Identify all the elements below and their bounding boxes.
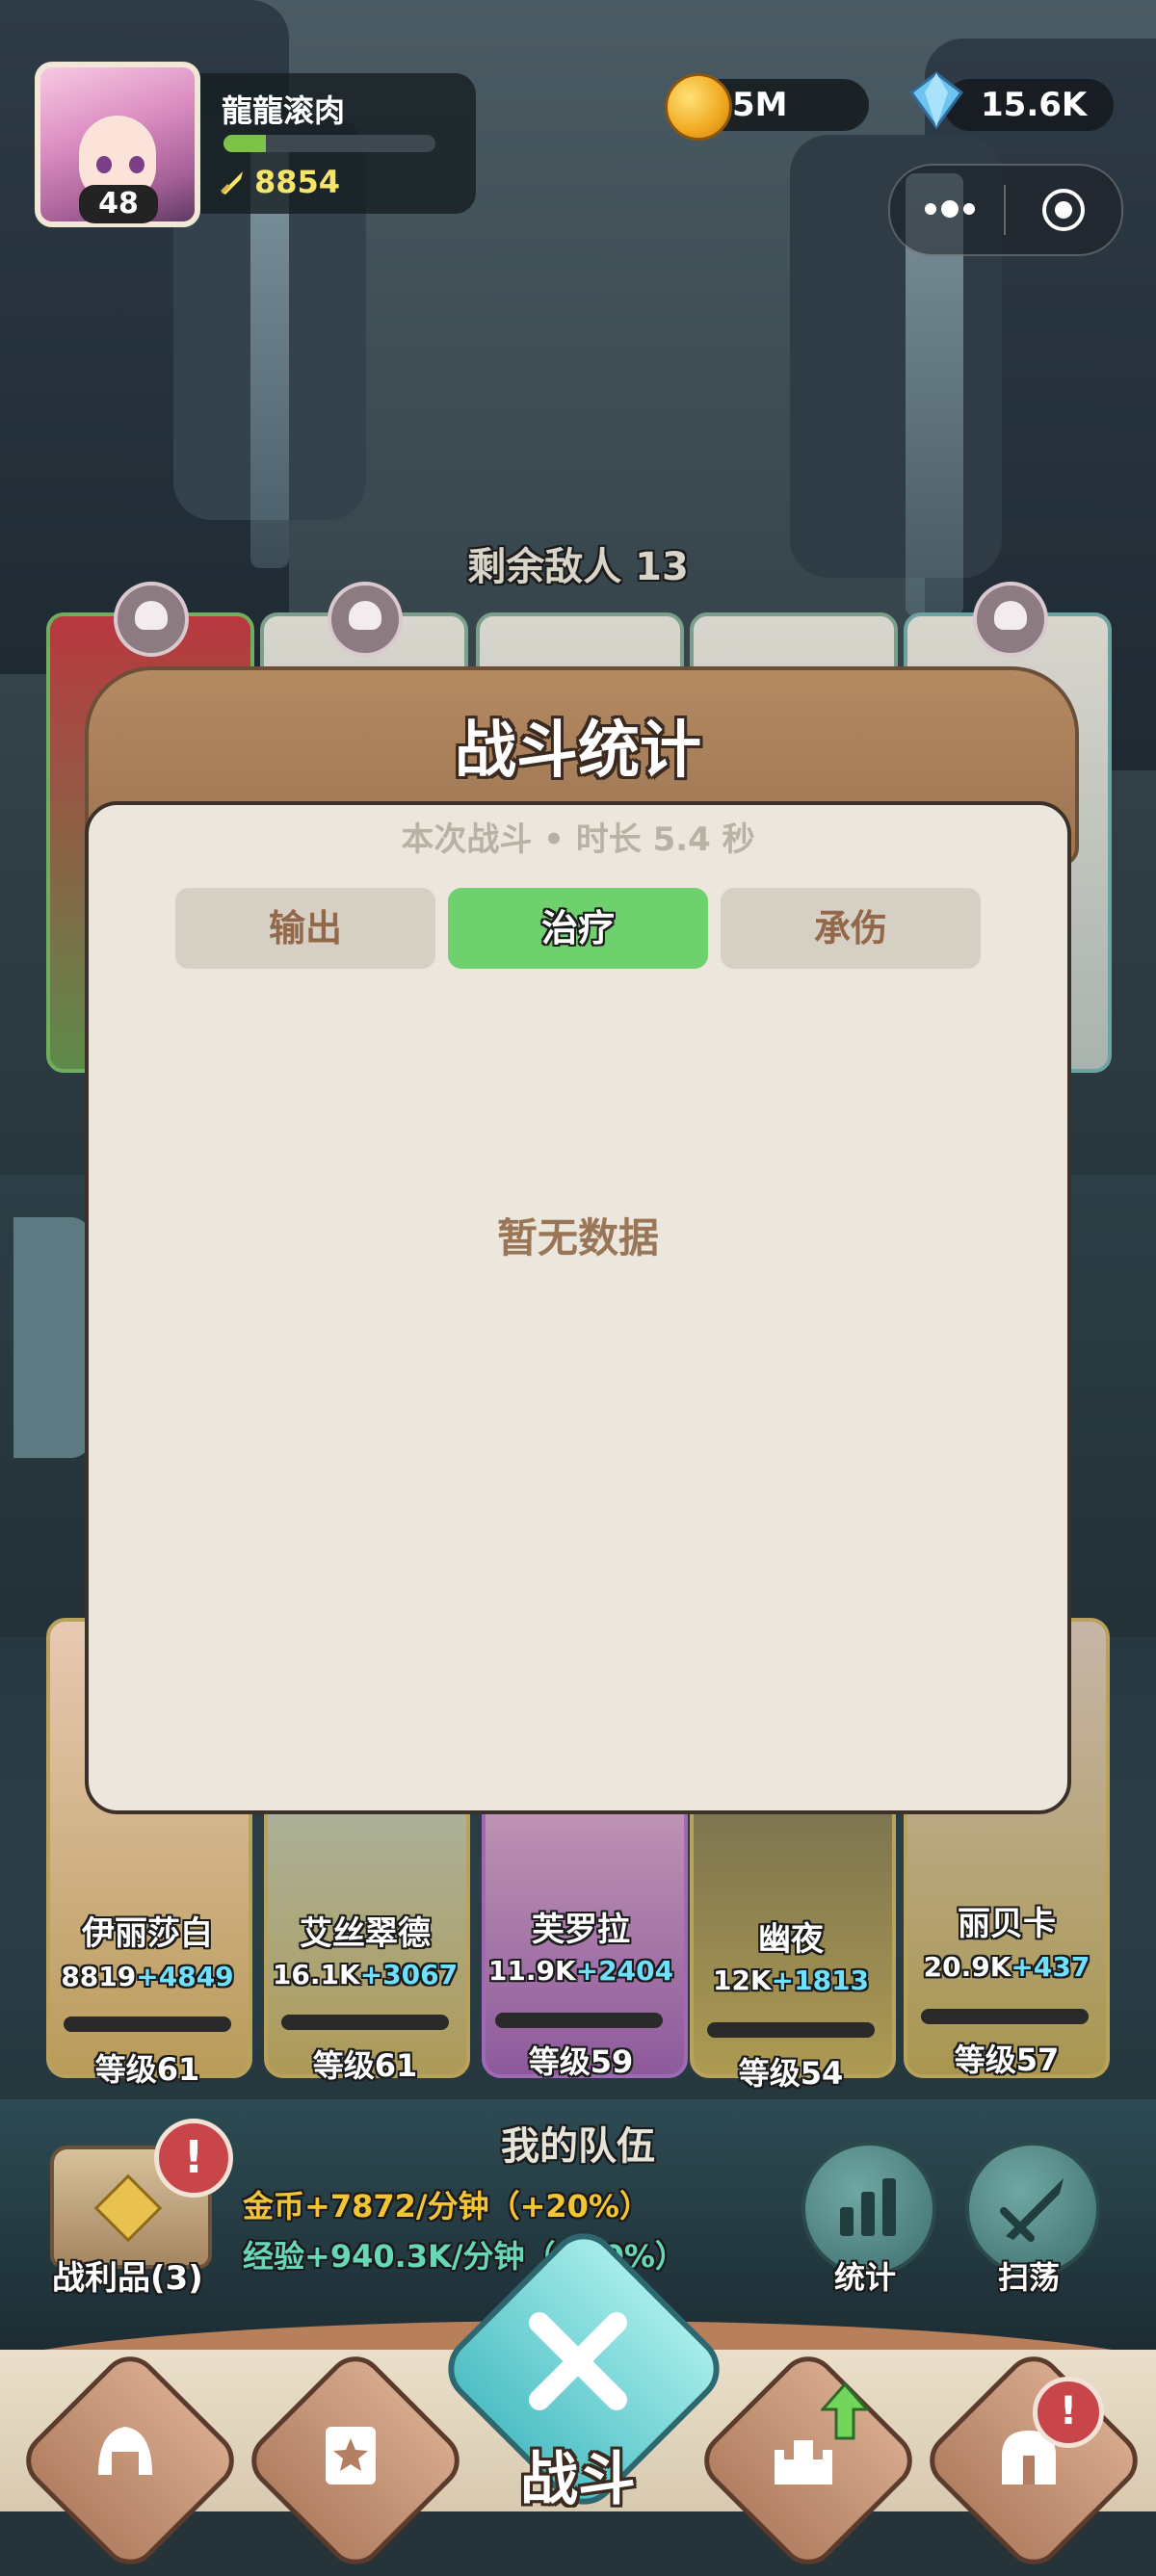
hero-energy-bar xyxy=(495,2013,663,2028)
battle-stats-modal: 战斗统计 本次战斗 • 时长 5.4 秒 输出 治疗 承伤 暂无数据 xyxy=(85,666,1079,1814)
hero-energy-bar xyxy=(707,2022,875,2038)
enemies-remaining: 剩余敌人 13 xyxy=(467,545,689,589)
modal-title: 战斗统计 xyxy=(455,716,701,787)
skull-icon xyxy=(973,582,1048,657)
hero-name: 伊丽莎白 xyxy=(82,1914,213,1953)
hero-level: 等级59 xyxy=(528,2043,634,2080)
sword-icon xyxy=(221,171,243,195)
gold-income-rate: 金币+7872/分钟（+20%） xyxy=(243,2188,650,2225)
bar-chart-icon xyxy=(840,2178,896,2236)
player-level-badge: 48 xyxy=(79,185,158,223)
tab-damage[interactable]: 输出 xyxy=(175,888,435,969)
hero-level: 等级61 xyxy=(94,2051,200,2088)
skull-icon xyxy=(328,582,403,657)
xp-bar xyxy=(223,135,435,152)
gem-counter[interactable]: 15.6K xyxy=(944,79,1114,131)
combat-power: 8854 xyxy=(218,164,340,200)
tab-healing[interactable]: 治疗 xyxy=(448,888,708,969)
loot-label[interactable]: 战利品(3) xyxy=(52,2251,203,2299)
hero-power: 11.9K+2404 xyxy=(487,1955,674,1987)
hero-name: 芙罗拉 xyxy=(532,1911,630,1949)
shop-alert-badge: ! xyxy=(1033,2377,1104,2448)
mini-program-capsule xyxy=(888,164,1123,256)
hero-power: 16.1K+3067 xyxy=(272,1959,459,1991)
more-options-icon[interactable] xyxy=(921,195,979,223)
crossed-swords-icon xyxy=(529,2312,627,2410)
player-profile[interactable]: 48 龍龍滚肉 8854 xyxy=(13,58,476,227)
hero-energy-bar xyxy=(64,2017,231,2032)
skull-icon xyxy=(114,582,189,657)
sweep-label: 扫荡 xyxy=(997,2259,1060,2296)
hero-level: 等级61 xyxy=(312,2047,418,2084)
diamond-icon xyxy=(908,71,964,130)
sweep-sword-icon xyxy=(1000,2178,1064,2242)
hero-energy-bar xyxy=(281,2015,449,2030)
stats-label: 统计 xyxy=(833,2259,896,2296)
side-panel xyxy=(13,1217,91,1458)
hero-power: 12K+1813 xyxy=(712,1965,870,1996)
hero-energy-bar xyxy=(921,2009,1089,2024)
player-name: 龍龍滚肉 xyxy=(222,92,346,129)
hero-name: 幽夜 xyxy=(758,1920,824,1959)
close-target-icon[interactable] xyxy=(1040,187,1087,233)
hero-power: 20.9K+437 xyxy=(923,1951,1090,1983)
upgrade-arrow-icon xyxy=(821,2382,869,2440)
loot-alert-badge: ! xyxy=(154,2119,233,2198)
combat-power-value: 8854 xyxy=(254,164,341,200)
gold-amount: 5M xyxy=(732,86,788,124)
hero-name: 艾丝翠德 xyxy=(300,1914,431,1953)
hero-level: 等级54 xyxy=(738,2055,844,2092)
hero-name: 丽贝卡 xyxy=(958,1905,1056,1943)
empty-state-text: 暂无数据 xyxy=(496,1214,659,1262)
battle-duration: 本次战斗 • 时长 5.4 秒 xyxy=(401,820,755,859)
gem-amount: 15.6K xyxy=(981,86,1088,124)
hero-level: 等级57 xyxy=(954,2042,1060,2078)
hero-power: 8819+4849 xyxy=(61,1961,234,1992)
tab-damage-taken[interactable]: 承伤 xyxy=(721,888,981,969)
gold-coin-icon xyxy=(665,73,732,141)
